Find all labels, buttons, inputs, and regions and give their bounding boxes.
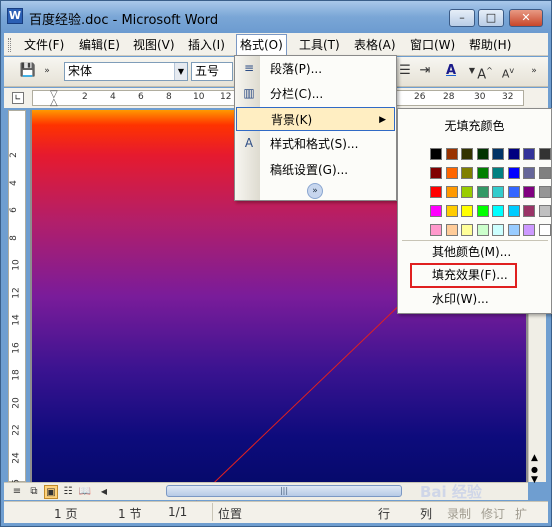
status-line: 行 (378, 507, 391, 521)
submenu-arrow-icon: ▶ (379, 115, 386, 125)
color-swatch[interactable] (430, 186, 442, 198)
normal-view-icon[interactable]: ≡ (10, 485, 24, 499)
color-swatch[interactable] (461, 167, 473, 179)
status-pages: 1/1 (168, 505, 188, 519)
color-swatch[interactable] (430, 224, 442, 236)
status-section: 1 节 (118, 507, 142, 521)
color-swatch[interactable] (538, 148, 551, 160)
color-swatch[interactable] (445, 186, 458, 198)
more-colors-item[interactable]: 其他颜色(M)... (404, 241, 544, 263)
color-swatch[interactable] (492, 205, 504, 217)
next-page-icon[interactable]: ▼ (531, 475, 538, 485)
color-swatch[interactable] (445, 148, 458, 160)
color-swatch[interactable] (523, 205, 535, 217)
styles-icon: A (244, 136, 254, 150)
color-swatch[interactable] (476, 148, 489, 160)
color-swatch[interactable] (507, 224, 520, 236)
baidu-watermark: Bai 经验 (420, 483, 482, 501)
format-menu-item-4[interactable]: 稿纸设置(G)... (236, 158, 395, 182)
color-swatch[interactable] (507, 148, 520, 160)
scroll-left-icon[interactable]: ◀ (97, 485, 111, 499)
watermark-item[interactable]: 水印(W)... (404, 288, 544, 310)
columns-icon: ▥ (243, 86, 255, 100)
format-menu-item-1[interactable]: ▥ 分栏(C)... (236, 82, 395, 106)
color-swatch[interactable] (538, 205, 551, 217)
status-extend[interactable]: 扩 (515, 505, 527, 522)
color-swatch[interactable] (445, 167, 458, 179)
status-divider (212, 503, 213, 521)
status-record[interactable]: 录制 (447, 505, 471, 522)
color-swatch[interactable] (430, 205, 442, 217)
format-menu-label: 分栏(C)... (270, 87, 324, 101)
select-browse-object-icon[interactable]: ● (531, 465, 538, 474)
format-menu-item-3[interactable]: A 样式和格式(S)... (236, 132, 395, 156)
color-swatch[interactable] (445, 205, 458, 217)
reading-view-icon[interactable]: 📖 (78, 485, 92, 499)
print-view-icon[interactable]: ▣ (44, 485, 58, 499)
color-swatch[interactable] (461, 205, 473, 217)
color-swatch[interactable] (476, 186, 489, 198)
status-track-changes[interactable]: 修订 (481, 505, 505, 522)
color-swatch[interactable] (461, 186, 473, 198)
color-swatch[interactable] (461, 224, 473, 236)
color-swatch[interactable] (492, 167, 504, 179)
color-swatch[interactable] (445, 224, 458, 236)
color-swatch[interactable] (492, 186, 504, 198)
color-swatch[interactable] (523, 186, 535, 198)
expand-menu-icon[interactable]: » (307, 183, 323, 199)
format-menu-item-2[interactable]: 背景(K) ▶ (236, 107, 395, 131)
color-swatch[interactable] (538, 186, 551, 198)
color-swatch[interactable] (523, 224, 535, 236)
color-swatch[interactable] (507, 205, 520, 217)
color-swatch[interactable] (476, 205, 489, 217)
color-swatch[interactable] (476, 224, 489, 236)
color-swatch[interactable] (507, 186, 520, 198)
horizontal-scroll-thumb[interactable]: ||| (166, 485, 402, 497)
format-menu-label: 样式和格式(S)... (270, 137, 359, 151)
format-menu-label: 稿纸设置(G)... (270, 163, 349, 177)
status-page: 1 页 (54, 507, 78, 521)
prev-page-icon[interactable]: ▲ (531, 453, 538, 463)
color-swatch[interactable] (430, 148, 442, 160)
color-swatch[interactable] (492, 224, 504, 236)
format-menu-item-0[interactable]: ≡ 段落(P)... (236, 57, 395, 81)
color-swatch[interactable] (430, 167, 442, 179)
no-fill-color-item[interactable]: 无填充颜色 (398, 117, 551, 134)
color-swatch[interactable] (461, 148, 473, 160)
paragraph-icon: ≡ (243, 61, 255, 75)
status-position: 位置 (218, 507, 243, 521)
color-swatch[interactable] (538, 224, 551, 236)
status-column: 列 (420, 507, 433, 521)
web-view-icon[interactable]: ⧉ (27, 485, 41, 499)
color-swatch[interactable] (538, 167, 551, 179)
format-menu-label: 段落(P)... (270, 62, 323, 76)
color-swatch[interactable] (507, 167, 520, 179)
fill-effects-highlight-box (410, 263, 517, 288)
color-swatch[interactable] (523, 167, 535, 179)
outline-view-icon[interactable]: ☷ (61, 485, 75, 499)
color-swatch[interactable] (476, 167, 489, 179)
color-swatch[interactable] (523, 148, 535, 160)
color-swatch[interactable] (492, 148, 504, 160)
format-menu-label: 背景(K) (271, 113, 313, 127)
